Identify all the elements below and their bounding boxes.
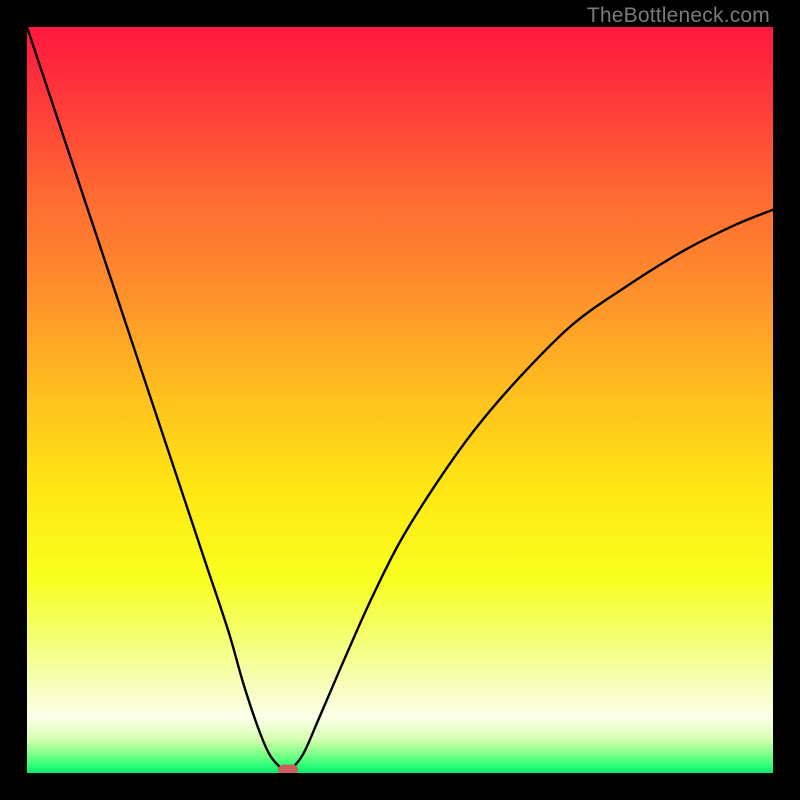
bottleneck-curve <box>27 27 773 773</box>
plot-area <box>27 27 773 773</box>
watermark-text: TheBottleneck.com <box>587 4 770 28</box>
optimal-point-marker <box>278 765 298 773</box>
